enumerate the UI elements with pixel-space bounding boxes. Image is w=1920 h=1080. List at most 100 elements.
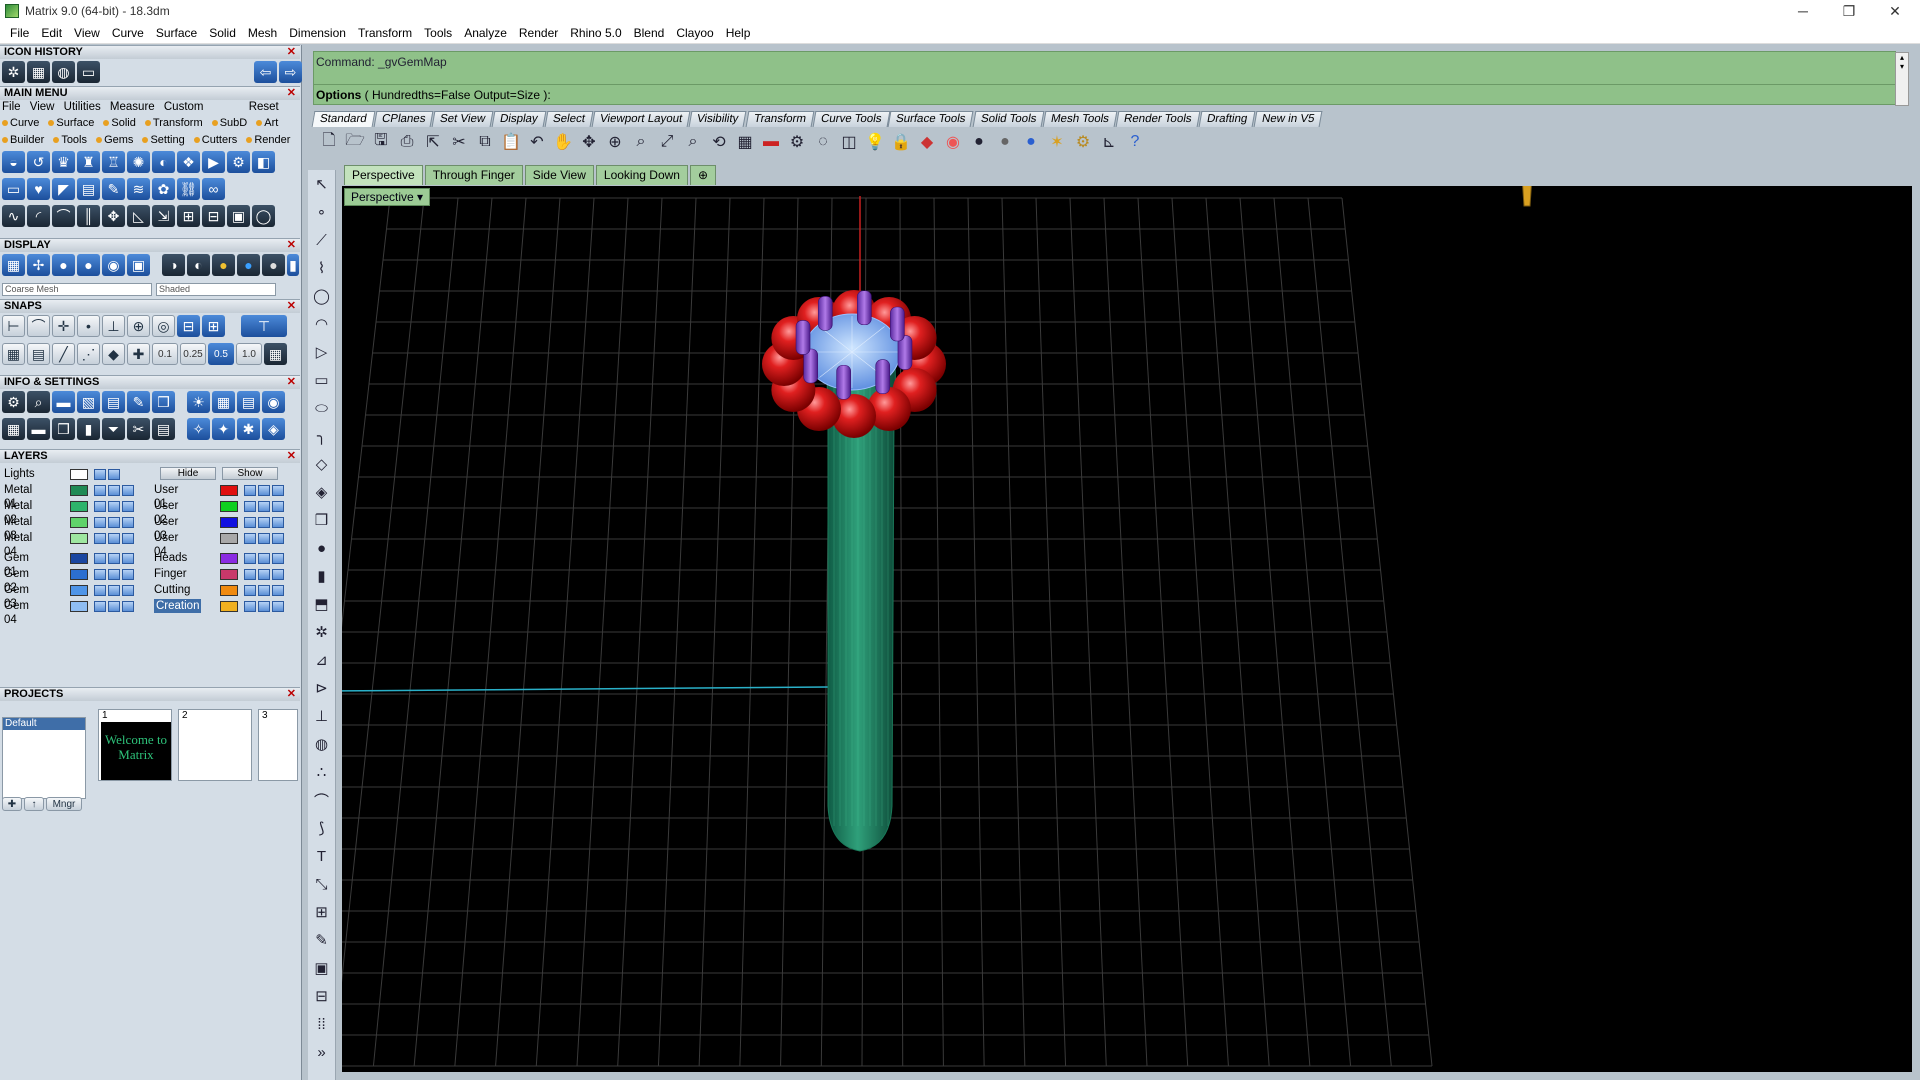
layer-color-swatch[interactable]: [70, 533, 88, 544]
material-2-icon[interactable]: ◐: [187, 254, 210, 276]
layer-lock-toggle[interactable]: [94, 501, 106, 512]
layer-color-swatch[interactable]: [220, 517, 238, 528]
grid-icon[interactable]: ▦: [27, 61, 50, 83]
material-1-icon[interactable]: ◑: [162, 254, 185, 276]
layer-current-toggle[interactable]: [122, 533, 134, 544]
main-menu-custom[interactable]: Custom: [164, 101, 204, 113]
perspective-gizmo[interactable]: [1522, 186, 1532, 207]
wireframe-icon[interactable]: ▦: [2, 254, 25, 276]
layer-color-swatch[interactable]: [70, 517, 88, 528]
arrow-tool-icon[interactable]: ⇲: [152, 205, 175, 227]
menu-clayoo[interactable]: Clayoo: [670, 26, 719, 40]
layer-current-toggle[interactable]: [272, 601, 284, 612]
layer-color-swatch[interactable]: [70, 501, 88, 512]
grey-sphere-icon[interactable]: ●: [993, 130, 1017, 154]
menu-curve[interactable]: Curve: [106, 26, 150, 40]
properties-icon[interactable]: ⚙: [785, 130, 809, 154]
black-sphere-icon[interactable]: ●: [967, 130, 991, 154]
blue-material-icon[interactable]: ●: [237, 254, 260, 276]
layer-lock-toggle[interactable]: [94, 569, 106, 580]
add-project-icon[interactable]: ✚: [2, 797, 22, 811]
select-icon[interactable]: ◌: [811, 130, 835, 154]
snap-mid-icon[interactable]: •: [77, 315, 100, 337]
tooltab-cplanes[interactable]: CPlanes: [373, 111, 434, 127]
snap-center-icon[interactable]: ◎: [152, 315, 175, 337]
heart-tool-icon[interactable]: ♥: [27, 178, 50, 200]
calc-icon[interactable]: ▦: [212, 391, 235, 413]
tooltab-drafting[interactable]: Drafting: [1198, 111, 1256, 127]
menu-help[interactable]: Help: [720, 26, 757, 40]
layer-current-toggle[interactable]: [272, 501, 284, 512]
command-area[interactable]: Command: _gvGemMap Options ( Hundredths=…: [313, 51, 1909, 106]
layer-lock-toggle[interactable]: [244, 553, 256, 564]
fillet-icon[interactable]: ╮: [308, 422, 335, 450]
tech-icon[interactable]: ▣: [127, 254, 150, 276]
tooltab-solid-tools[interactable]: Solid Tools: [972, 111, 1045, 127]
page-tool-icon[interactable]: ▤: [77, 178, 100, 200]
prong[interactable]: [857, 290, 872, 326]
show-button[interactable]: Show: [222, 467, 278, 480]
layer-lock-toggle[interactable]: [94, 601, 106, 612]
link-tool-icon[interactable]: ∞: [202, 178, 225, 200]
layer-color-swatch[interactable]: [220, 569, 238, 580]
gold-material-icon[interactable]: ●: [212, 254, 235, 276]
cat-solid[interactable]: Solid: [103, 117, 136, 129]
bars-tool-icon[interactable]: ║: [77, 205, 100, 227]
globe-icon[interactable]: ◍: [52, 61, 75, 83]
zoom-icon[interactable]: ⌕: [27, 391, 50, 413]
flower-tool-icon[interactable]: ✿: [152, 178, 175, 200]
command-scrollbar[interactable]: ▴ ▾: [1895, 52, 1909, 106]
menu-render[interactable]: Render: [513, 26, 564, 40]
project-list[interactable]: Default: [2, 717, 86, 799]
block-icon[interactable]: ⊞: [308, 898, 335, 926]
viewport-grid-icon[interactable]: ▦: [733, 130, 757, 154]
perspective-viewport[interactable]: z y Perspective ▾: [342, 186, 1912, 1072]
extrude-icon[interactable]: ⬒: [308, 590, 335, 618]
zoom-in-icon[interactable]: ⊕: [603, 130, 627, 154]
layer-visibility-toggle[interactable]: [108, 601, 120, 612]
menu-transform[interactable]: Transform: [352, 26, 418, 40]
menu-mesh[interactable]: Mesh: [242, 26, 283, 40]
main-menu-view[interactable]: View: [30, 101, 55, 113]
group-icon[interactable]: ∴: [308, 758, 335, 786]
paste-icon[interactable]: 📋: [499, 130, 523, 154]
settings-icon[interactable]: ⚙: [2, 391, 25, 413]
zoom-selected-icon[interactable]: ⌕: [681, 130, 705, 154]
line-snap-icon[interactable]: ╱: [52, 343, 75, 365]
grid-snap-icon[interactable]: ▦: [2, 343, 25, 365]
snap-grid-icon[interactable]: ⊟: [177, 315, 200, 337]
point-icon[interactable]: ∘: [308, 198, 335, 226]
camera-tool-icon[interactable]: ▶: [202, 151, 225, 173]
menu-file[interactable]: File: [4, 26, 35, 40]
snap-value-3[interactable]: 1.0: [236, 343, 262, 365]
tooltab-standard[interactable]: Standard: [311, 111, 376, 127]
layer-lock-toggle[interactable]: [244, 569, 256, 580]
blue-sphere-icon[interactable]: ●: [1019, 130, 1043, 154]
pen-icon[interactable]: ✎: [127, 391, 150, 413]
tooltab-curve-tools[interactable]: Curve Tools: [812, 111, 890, 127]
cat-cutters[interactable]: Cutters: [193, 134, 237, 146]
snap-value-0[interactable]: 0.1: [152, 343, 178, 365]
viewport-tab-perspective[interactable]: Perspective: [344, 165, 423, 185]
layer-color-swatch[interactable]: [70, 585, 88, 596]
layer-visibility-toggle[interactable]: [258, 517, 270, 528]
offset-icon[interactable]: ⟆: [308, 814, 335, 842]
wave-tool-icon[interactable]: ≋: [127, 178, 150, 200]
grid-dots-icon[interactable]: ⁞⁞: [308, 1010, 335, 1038]
bracket-tool-icon[interactable]: ⊟: [202, 205, 225, 227]
layer-current-toggle[interactable]: [272, 569, 284, 580]
diamond-snap-icon[interactable]: ◆: [102, 343, 125, 365]
prong[interactable]: [890, 306, 905, 342]
text-icon[interactable]: T: [308, 842, 335, 870]
zoom-extents-icon[interactable]: ⤢: [655, 130, 679, 154]
project-item-default[interactable]: Default: [3, 718, 85, 730]
silver-material-icon[interactable]: ●: [262, 254, 285, 276]
funnel-icon[interactable]: ⏷: [102, 418, 125, 440]
open-folder-icon[interactable]: 🗁: [343, 130, 367, 154]
tooltab-viewport-layout[interactable]: Viewport Layout: [591, 111, 691, 127]
layer-lock-toggle[interactable]: [94, 485, 106, 496]
menu-solid[interactable]: Solid: [203, 26, 242, 40]
tooltab-render-tools[interactable]: Render Tools: [1115, 111, 1200, 127]
layer-visibility-toggle[interactable]: [258, 553, 270, 564]
rectangle-icon[interactable]: ▭: [308, 366, 335, 394]
